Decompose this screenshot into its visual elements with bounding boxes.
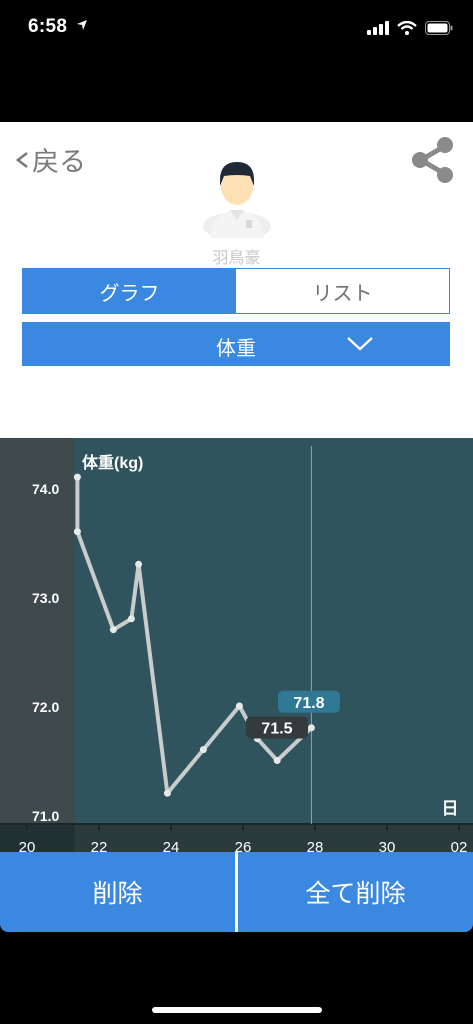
status-bar: 6:58 bbox=[0, 0, 473, 122]
status-icons bbox=[367, 18, 453, 38]
weight-chart[interactable]: 体重(kg) 74.0 73.0 72.0 71.0 20 22 24 26 28 30 02 日 71.… bbox=[0, 438, 473, 852]
x-tick-label: 20 bbox=[19, 839, 36, 852]
wifi-icon bbox=[397, 21, 417, 35]
y-tick-label: 73.0 bbox=[32, 590, 59, 606]
x-axis-band-shaded bbox=[0, 824, 75, 852]
data-point bbox=[127, 615, 135, 623]
x-tick-label: 30 bbox=[379, 839, 396, 852]
data-point bbox=[199, 746, 207, 754]
data-point bbox=[135, 560, 143, 568]
value-label-secondary: 71.5 bbox=[261, 721, 292, 738]
battery-icon bbox=[425, 21, 453, 35]
status-time: 6:58 bbox=[28, 16, 88, 38]
data-point bbox=[307, 724, 315, 732]
home-indicator bbox=[152, 1007, 322, 1013]
data-point bbox=[163, 789, 171, 797]
x-tick-label: 26 bbox=[235, 839, 252, 852]
metric-dropdown[interactable]: 体重 bbox=[22, 322, 450, 366]
tab-graph[interactable]: グラフ bbox=[23, 269, 236, 313]
value-label-highlight: 71.8 bbox=[293, 695, 324, 712]
view-segmented-control: グラフ リスト bbox=[22, 268, 450, 314]
y-tick-label: 71.0 bbox=[32, 808, 59, 824]
cellular-signal-icon bbox=[367, 21, 389, 35]
share-icon[interactable] bbox=[407, 134, 459, 186]
chevron-left-icon bbox=[15, 151, 28, 168]
status-time-text: 6:58 bbox=[28, 16, 68, 37]
y-tick-label: 74.0 bbox=[32, 481, 59, 497]
metric-dropdown-label: 体重 bbox=[216, 338, 256, 360]
y-tick-label: 72.0 bbox=[32, 699, 59, 715]
data-point bbox=[73, 528, 81, 536]
tab-list[interactable]: リスト bbox=[236, 269, 449, 313]
data-point bbox=[109, 626, 117, 634]
delete-button[interactable]: 削除 bbox=[0, 852, 235, 932]
back-label: 戻る bbox=[32, 147, 86, 177]
x-tick-label: 22 bbox=[91, 839, 108, 852]
chevron-down-icon bbox=[347, 337, 373, 351]
avatar-icon bbox=[203, 162, 271, 238]
x-tick-label: 28 bbox=[307, 839, 324, 852]
data-point bbox=[235, 702, 243, 710]
data-point bbox=[73, 473, 81, 481]
weight-chart-svg[interactable]: 体重(kg) 74.0 73.0 72.0 71.0 20 22 24 26 28 30 02 日 71.… bbox=[0, 438, 473, 852]
user-name: 羽鳥豪 bbox=[212, 250, 261, 267]
x-axis-title: 日 bbox=[442, 799, 459, 818]
location-arrow-icon bbox=[76, 20, 87, 30]
action-bar: 削除 全て削除 bbox=[0, 852, 473, 932]
x-tick-label: 02 bbox=[451, 839, 468, 852]
x-tick-label: 24 bbox=[163, 839, 180, 852]
y-axis-title: 体重(kg) bbox=[82, 453, 143, 472]
header: 戻る 羽鳥豪 グラフ リスト 体重 bbox=[0, 122, 473, 438]
data-point bbox=[273, 757, 281, 764]
back-button[interactable]: 戻る bbox=[14, 140, 86, 179]
delete-all-button[interactable]: 全て削除 bbox=[238, 852, 473, 932]
